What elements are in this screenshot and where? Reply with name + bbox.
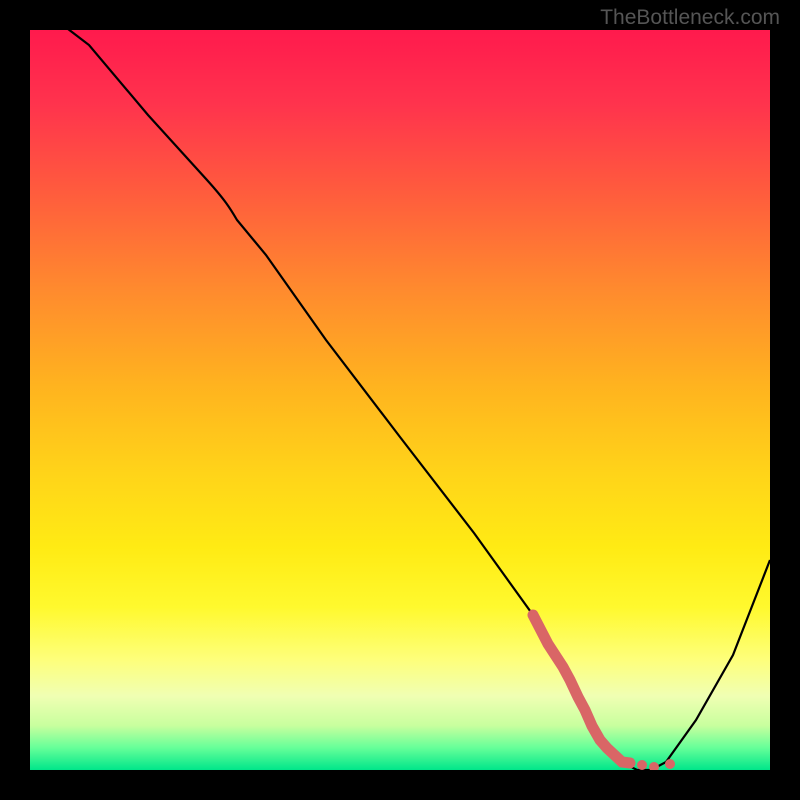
- highlight-dot-icon: [637, 760, 647, 770]
- plot-area: [30, 30, 770, 770]
- highlight-dot-icon: [665, 759, 675, 769]
- highlight-stroke: [533, 615, 630, 763]
- watermark-text: TheBottleneck.com: [600, 6, 780, 30]
- chart-svg: [30, 30, 770, 770]
- chart-container: TheBottleneck.com: [0, 0, 800, 800]
- highlight-dot-icon: [649, 762, 659, 770]
- main-curve: [30, 30, 770, 770]
